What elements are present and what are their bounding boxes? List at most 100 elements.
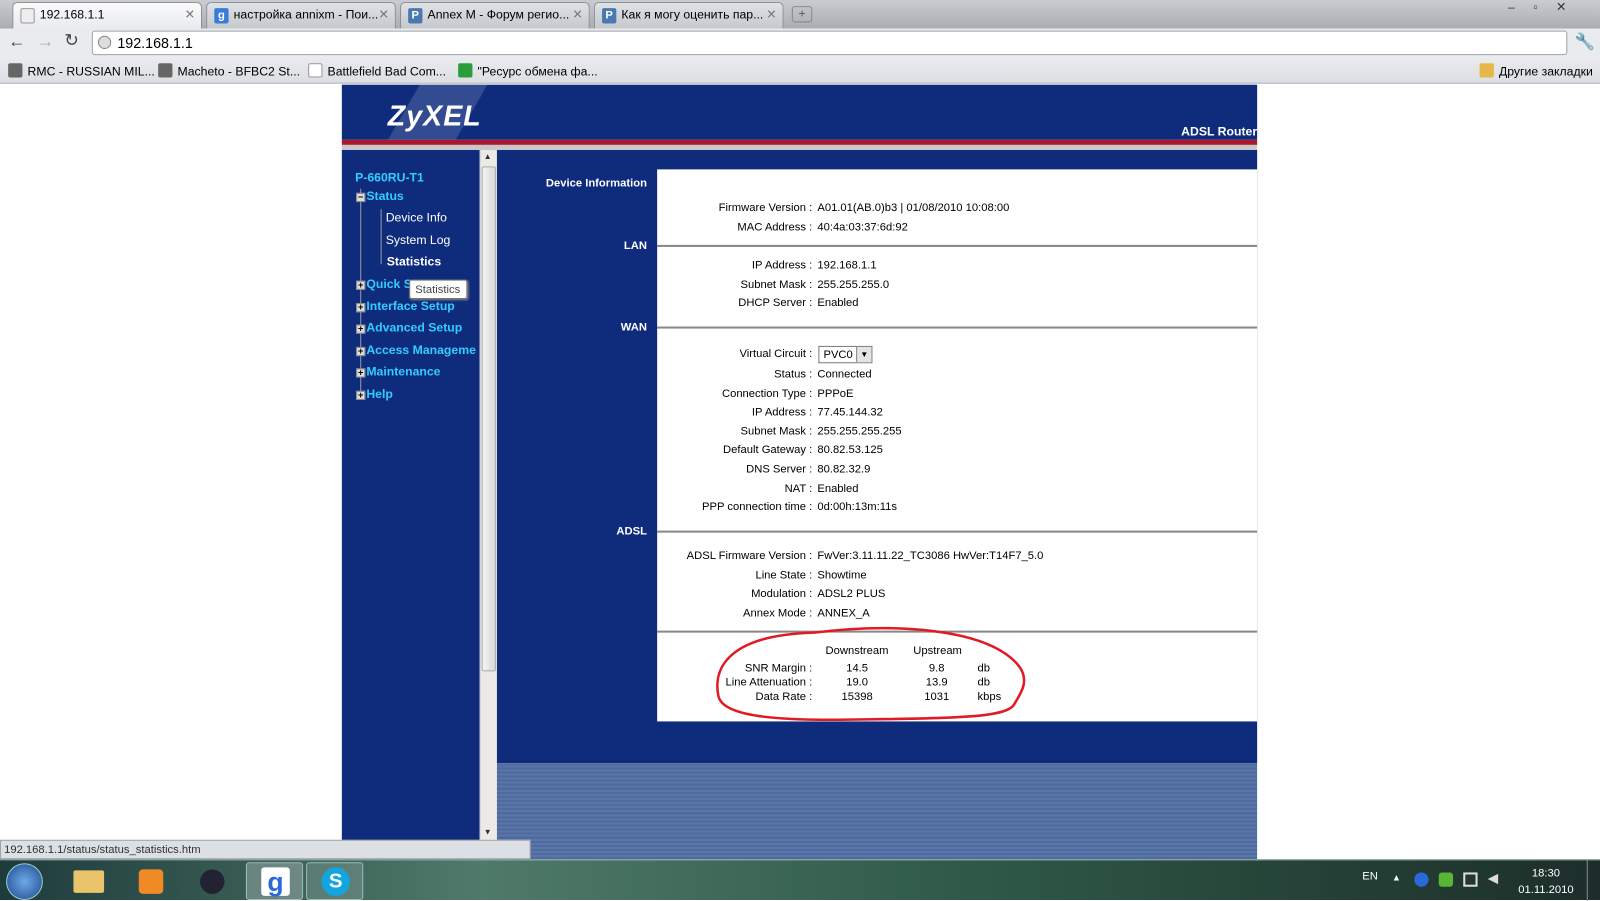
bookmark-label: RMC - RUSSIAN MIL...	[27, 64, 155, 79]
wan-value: 255.255.255.255	[817, 425, 902, 438]
adsl-label: Line State :	[755, 569, 813, 582]
adsl-value: Showtime	[817, 569, 867, 582]
wan-label: Subnet Mask :	[740, 425, 813, 438]
back-icon[interactable]: ←	[8, 32, 25, 52]
reload-icon[interactable]: ↻	[64, 31, 79, 51]
p-icon: P	[408, 8, 423, 24]
bookmark[interactable]: Macheto - BFBC2 St...	[158, 63, 300, 79]
minus-icon: −	[356, 191, 366, 203]
adsl-label: ADSL Firmware Version :	[686, 549, 813, 563]
chevron-down-icon[interactable]: ▼	[856, 346, 872, 363]
status-bar-url: 192.168.1.1/status/status_statistics.htm	[0, 839, 531, 860]
section-lan: LAN	[623, 239, 647, 253]
start-button[interactable]	[6, 863, 43, 900]
plus-icon: +	[356, 367, 366, 378]
adsl-label: Modulation :	[751, 587, 813, 600]
nav-help[interactable]: + Help	[356, 387, 393, 401]
nav-label: Help	[366, 386, 393, 402]
wan-value: 80.82.32.9	[817, 463, 871, 476]
close-icon[interactable]: ✕	[379, 7, 389, 21]
tab-title: Annex M - Форум регио...	[427, 7, 570, 22]
device-value: 40:4a:03:37:6d:92	[817, 221, 908, 234]
wan-value: 80.82.53.125	[817, 443, 883, 457]
wan-value: Connected	[817, 368, 872, 381]
nav-label: Access Manageme	[366, 342, 476, 358]
adsl-value: FwVer:3.11.11.22_TC3086 HwVer:T14F7_5.0	[817, 549, 1044, 563]
google-icon: g	[214, 8, 229, 24]
address-bar[interactable]: 192.168.1.1	[91, 30, 1568, 56]
wan-label: Status :	[774, 368, 813, 381]
app-icon[interactable]	[184, 862, 241, 900]
tab-forum[interactable]: P Annex M - Форум регио... ✕	[399, 2, 590, 29]
wan-label: DNS Server :	[746, 463, 813, 476]
close-icon[interactable]: ✕	[572, 7, 582, 21]
close-icon[interactable]: ✕	[766, 7, 776, 21]
wan-value: 77.45.144.32	[817, 406, 883, 419]
nav-label: Advanced Setup	[366, 320, 463, 335]
nav-device-info[interactable]: Device Info	[386, 210, 447, 224]
tray-security-icon[interactable]	[1438, 872, 1454, 887]
wan-label: Default Gateway :	[723, 443, 813, 457]
wan-label: PPP connection time :	[702, 501, 813, 514]
nav-status[interactable]: − Status	[356, 189, 404, 203]
tooltip: Statistics	[409, 279, 468, 299]
bookmark-label: Battlefield Bad Com...	[327, 64, 446, 79]
tab-strip: 192.168.1.1 ✕ g настройка annixm - Пои... ✕…	[0, 0, 1600, 29]
network-icon[interactable]	[1463, 872, 1478, 887]
chrome-taskbar-icon[interactable]: g	[245, 862, 304, 900]
other-bookmarks[interactable]: Другие закладки	[1479, 63, 1593, 79]
clock[interactable]: 18:30 01.11.2010	[1510, 865, 1581, 898]
nav-access-management[interactable]: + Access Manageme	[356, 343, 476, 357]
device-label: MAC Address :	[737, 221, 813, 234]
volume-icon[interactable]: ◀	[1488, 870, 1498, 886]
sidebar: P-660RU-T1 − Status Device Info System Lo…	[341, 149, 480, 860]
red-highlight-circle	[716, 626, 1026, 722]
model-name: P-660RU-T1	[355, 170, 424, 185]
nav-system-log[interactable]: System Log	[386, 233, 451, 247]
lan-value: 192.168.1.1	[817, 259, 877, 272]
language-indicator[interactable]: EN	[1362, 870, 1378, 882]
forward-icon[interactable]: →	[37, 32, 54, 52]
virtual-circuit-select[interactable]: PVC0 ▼	[818, 345, 873, 364]
tray-expand-icon[interactable]: ▲	[1392, 872, 1401, 882]
tab-question[interactable]: P Как я могу оценить пар... ✕	[593, 2, 784, 29]
wan-value: Enabled	[817, 482, 859, 495]
adsl-value: ADSL2 PLUS	[817, 587, 886, 600]
device-value: A01.01(AB.0)b3 | 01/08/2010 10:08:00	[817, 202, 1010, 215]
plus-icon: +	[356, 279, 366, 290]
bookmark[interactable]: RMC - RUSSIAN MIL...	[8, 63, 155, 79]
media-player-icon[interactable]	[122, 862, 179, 900]
bookmark[interactable]: "Ресурс обмена фа...	[458, 63, 598, 79]
bookmark-label: "Ресурс обмена фа...	[477, 64, 598, 79]
nav-advanced-setup[interactable]: + Advanced Setup	[356, 320, 463, 335]
new-tab-button[interactable]: +	[791, 6, 813, 23]
show-desktop-button[interactable]	[1586, 860, 1600, 901]
section-device-information: Device Information	[545, 177, 647, 190]
lan-value: Enabled	[817, 296, 859, 310]
skype-icon[interactable]: S	[306, 862, 364, 900]
scroll-up-icon[interactable]: ▲	[484, 152, 492, 161]
bookmark[interactable]: Battlefield Bad Com...	[308, 63, 446, 79]
taskbar: g S EN ▲ ◀	[0, 859, 1600, 901]
section-wan: WAN	[620, 321, 647, 334]
tab-router[interactable]: 192.168.1.1 ✕	[12, 2, 203, 29]
explorer-icon[interactable]	[61, 862, 118, 900]
close-icon[interactable]: ✕	[185, 7, 195, 21]
window-controls[interactable]: –▫✕	[1508, 0, 1585, 14]
scroll-down-icon[interactable]: ▼	[484, 828, 492, 837]
nav-label: Status	[366, 188, 404, 204]
wan-value: 0d:00h:13m:11s	[817, 501, 898, 514]
nav-statistics[interactable]: Statistics	[387, 254, 441, 268]
wrench-icon[interactable]: 🔧	[1574, 32, 1594, 52]
tab-google[interactable]: g настройка annixm - Пои... ✕	[206, 2, 396, 29]
clock-time: 18:30	[1531, 867, 1560, 880]
tab-title: настройка annixm - Пои...	[233, 7, 379, 22]
nav-quick-start[interactable]: + Quick S	[356, 277, 412, 291]
tab-title: Как я могу оценить пар...	[621, 7, 764, 22]
tray-app-icon[interactable]	[1414, 872, 1429, 887]
nav-interface-setup[interactable]: + Interface Setup	[356, 299, 455, 313]
section-adsl: ADSL	[616, 525, 647, 538]
device-label: Firmware Version :	[718, 202, 813, 215]
nav-label: Interface Setup	[366, 298, 455, 314]
nav-maintenance[interactable]: + Maintenance	[356, 364, 440, 379]
